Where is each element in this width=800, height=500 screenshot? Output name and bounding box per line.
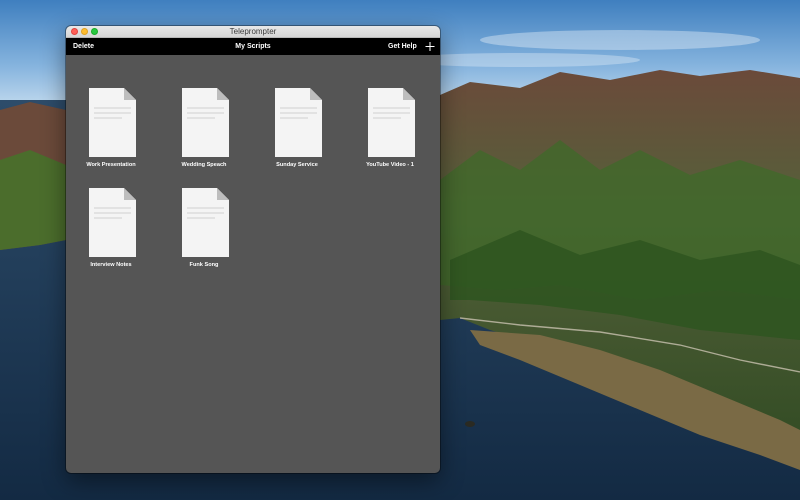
document-icon bbox=[89, 188, 136, 257]
script-name: Sunday Service bbox=[276, 162, 318, 168]
script-name: Wedding Speach bbox=[181, 162, 227, 168]
script-item[interactable]: Wedding Speach bbox=[159, 88, 249, 183]
delete-button[interactable]: Delete bbox=[73, 38, 94, 55]
toolbar: Delete My Scripts Get Help bbox=[66, 38, 440, 55]
teleprompter-window: Teleprompter Delete My Scripts Get Help … bbox=[66, 26, 440, 473]
window-title: Teleprompter bbox=[229, 27, 277, 36]
window-titlebar[interactable]: Teleprompter bbox=[66, 26, 440, 38]
document-icon bbox=[182, 88, 229, 157]
script-name: Interview Notes bbox=[90, 262, 132, 268]
script-item[interactable]: Sunday Service bbox=[252, 88, 342, 183]
script-name: Work Presentation bbox=[86, 162, 136, 168]
add-script-button[interactable] bbox=[424, 39, 436, 54]
script-item[interactable]: Work Presentation bbox=[66, 88, 156, 183]
scripts-grid: Work Presentation Wedding Speach Sunday … bbox=[66, 55, 440, 473]
document-icon bbox=[368, 88, 415, 157]
plus-icon bbox=[425, 42, 435, 51]
script-item[interactable]: Interview Notes bbox=[66, 188, 156, 283]
page-title: My Scripts bbox=[235, 43, 271, 50]
get-help-button[interactable]: Get Help bbox=[388, 38, 417, 55]
script-item[interactable]: YouTube Video - 1 bbox=[345, 88, 435, 183]
script-name: YouTube Video - 1 bbox=[366, 162, 414, 168]
script-name: Funk Song bbox=[189, 262, 219, 268]
document-icon bbox=[275, 88, 322, 157]
script-item[interactable]: Funk Song bbox=[159, 188, 249, 283]
document-icon bbox=[89, 88, 136, 157]
document-icon bbox=[182, 188, 229, 257]
